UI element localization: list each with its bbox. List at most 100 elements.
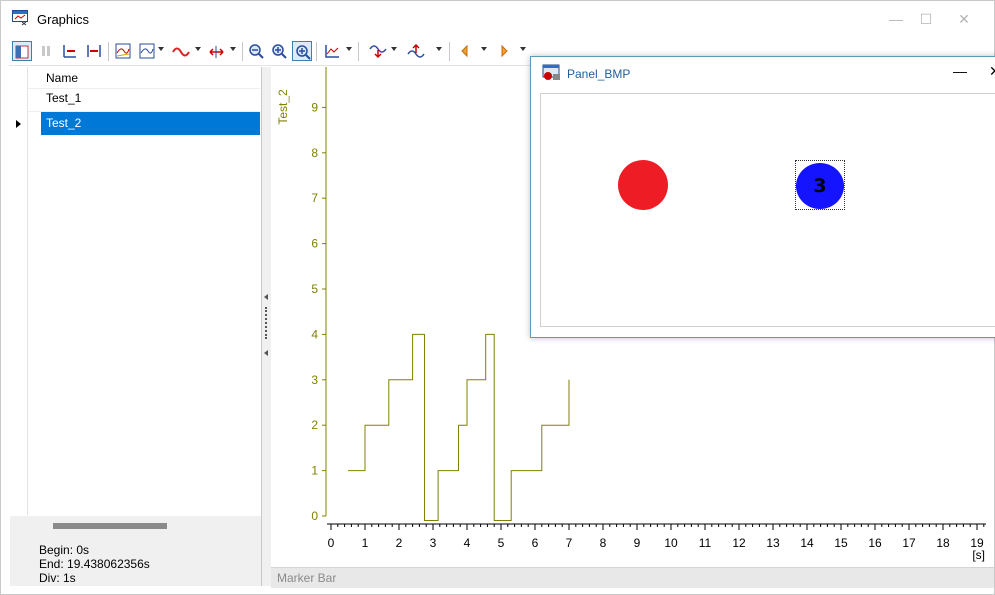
axis-button[interactable] [322, 41, 342, 61]
signal-row-test-1[interactable]: Test_1 [46, 91, 81, 105]
graph-icon [115, 43, 131, 59]
toolbar-separator [316, 42, 317, 61]
minimize-button[interactable]: — [881, 9, 911, 29]
y-tick-label: 1 [311, 464, 318, 478]
blue-lamp-value: 3 [813, 175, 827, 197]
toolbar-separator [242, 42, 243, 61]
graph-button[interactable] [113, 41, 133, 61]
zoom-in-button[interactable] [269, 41, 289, 61]
xy-dropdown-icon[interactable] [230, 47, 236, 51]
zoom-out-icon [249, 44, 264, 59]
cursor-down-dropdown-icon[interactable] [391, 47, 397, 51]
panel-icon [542, 64, 560, 80]
y-tick-label: 8 [311, 146, 318, 160]
horizontal-scrollbar[interactable] [53, 523, 167, 529]
x-axis-unit: [s] [972, 548, 985, 562]
marker-bar[interactable]: Marker Bar [271, 567, 994, 588]
cursor-down-icon [369, 45, 387, 59]
x-tick-label: 7 [566, 536, 573, 550]
wave-dropdown-icon[interactable] [195, 47, 201, 51]
cursor-up-button[interactable] [405, 41, 425, 61]
scale-button[interactable] [60, 41, 80, 61]
x-tick-label: 3 [430, 536, 437, 550]
blue-lamp-control[interactable]: 3 [795, 160, 845, 210]
x-tick-label: 2 [396, 536, 403, 550]
panel-close-button[interactable]: ✕ [989, 63, 995, 80]
y-tick-label: 4 [311, 327, 318, 341]
zoom-box-button[interactable] [292, 41, 312, 61]
panel-canvas: 3 [540, 93, 995, 327]
scale-all-icon [87, 45, 101, 57]
axis-dropdown-icon[interactable] [346, 47, 352, 51]
close-button[interactable]: ✕ [949, 9, 979, 29]
panel-title: Panel_BMP [567, 67, 631, 81]
y-tick-label: 10 [305, 67, 319, 69]
signal-row-test-2[interactable]: Test_2 [41, 112, 260, 135]
x-tick-label: 6 [532, 536, 539, 550]
toolbar-separator [108, 42, 109, 61]
graph-options-button[interactable] [137, 41, 157, 61]
next-marker-dropdown-icon[interactable] [520, 47, 526, 51]
cursor-up-icon [407, 43, 425, 58]
red-lamp-indicator[interactable] [618, 160, 668, 210]
panel-minimize-button[interactable]: — [953, 63, 967, 79]
scale-all-button[interactable] [84, 41, 104, 61]
signal-row-label: Test_2 [46, 116, 82, 130]
prev-marker-button[interactable] [455, 41, 475, 61]
marker-bar-label: Marker Bar [277, 571, 337, 585]
y-axis-label: Test_2 [276, 89, 290, 125]
y-tick-label: 9 [311, 100, 318, 114]
zoom-out-button[interactable] [246, 41, 266, 61]
xy-button[interactable] [206, 41, 226, 61]
maximize-button[interactable]: ☐ [911, 9, 941, 29]
zoom-box-icon [296, 45, 311, 60]
toolbar-separator [358, 42, 359, 61]
prev-marker-dropdown-icon[interactable] [481, 47, 487, 51]
wave-icon [172, 47, 190, 57]
cursor-down-button[interactable] [367, 41, 387, 61]
collapse-left-icon[interactable] [264, 294, 268, 300]
zoom-in-icon [272, 44, 287, 59]
title-bar: Graphics — ☐ ✕ [1, 1, 994, 37]
x-tick-label: 12 [732, 536, 746, 550]
select-channel-button[interactable] [12, 41, 32, 61]
x-tick-label: 1 [362, 536, 369, 550]
begin-time: Begin: 0s [39, 543, 90, 557]
next-marker-button[interactable] [494, 41, 514, 61]
toolbar-separator [449, 42, 450, 61]
splitter-grip-icon [265, 307, 269, 339]
column-header-name[interactable]: Name [46, 71, 78, 85]
graph-options-dropdown-icon[interactable] [158, 47, 164, 51]
graph-options-icon [139, 43, 155, 59]
x-tick-label: 5 [498, 536, 505, 550]
next-marker-icon [501, 44, 508, 58]
grid-line [27, 88, 260, 89]
y-tick-label: 7 [311, 191, 318, 205]
x-tick-label: 11 [699, 536, 712, 550]
xy-icon [209, 46, 224, 58]
x-tick-label: 14 [800, 536, 814, 550]
x-tick-label: 18 [936, 536, 950, 550]
x-tick-label: 16 [868, 536, 882, 550]
x-tick-label: 17 [902, 536, 916, 550]
signal-list-panel: Name Test_1 Test_2 Begin: 0s End: 19.438… [10, 67, 262, 586]
y-tick-label: 2 [311, 418, 318, 432]
y-tick-label: 5 [311, 282, 318, 296]
panel-splitter[interactable] [261, 67, 271, 586]
scale-icon [63, 45, 76, 58]
window-title: Graphics [37, 12, 90, 27]
pause-button[interactable] [36, 41, 56, 61]
y-tick-label: 3 [311, 373, 318, 387]
row-header-column [10, 67, 28, 515]
end-time: End: 19.438062356s [39, 557, 150, 571]
cursor-up-dropdown-icon[interactable] [436, 47, 442, 51]
x-tick-label: 4 [464, 536, 471, 550]
x-tick-label: 13 [766, 536, 780, 550]
collapse-left-icon[interactable] [264, 350, 268, 356]
x-tick-label: 10 [664, 536, 678, 550]
signal-info-box: Begin: 0s End: 19.438062356s Div: 1s [10, 516, 261, 586]
graphics-app-icon [12, 10, 28, 26]
prev-marker-icon [461, 44, 468, 58]
panel-bmp-window: Panel_BMP — ✕ 3 [530, 56, 995, 338]
wave-button[interactable] [170, 41, 190, 61]
